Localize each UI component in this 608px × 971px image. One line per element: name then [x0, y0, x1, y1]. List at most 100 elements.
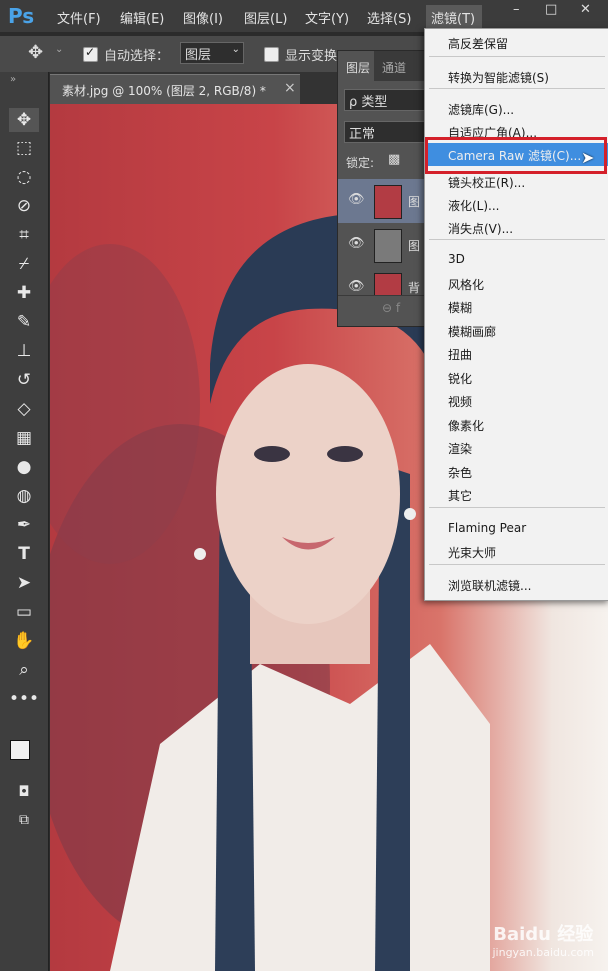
layer-kind-filter[interactable]: ρ 类型: [344, 89, 426, 111]
filter-menu-item[interactable]: 光束大师: [425, 540, 608, 563]
foreground-color-swatch[interactable]: [10, 740, 30, 760]
menu-separator: [429, 507, 605, 508]
dodge-tool-icon[interactable]: ◍: [9, 484, 39, 508]
tab-layers[interactable]: 图层: [338, 51, 374, 81]
filter-menu-item[interactable]: 风格化: [425, 272, 608, 295]
filter-menu-item-label: 模糊: [448, 301, 473, 315]
layers-footer-icons[interactable]: ⊖ f: [382, 301, 400, 315]
filter-menu-item-label: 浏览联机滤镜...: [448, 579, 532, 593]
filter-menu-item-label: 液化(L)...: [448, 199, 500, 213]
blur-tool-icon[interactable]: ●: [9, 455, 39, 479]
filter-menu-item[interactable]: 锐化: [425, 366, 608, 389]
path-select-tool-icon[interactable]: ➤: [9, 571, 39, 595]
menu-layer[interactable]: 图层(L): [244, 8, 287, 27]
filter-menu-item-label: 锐化: [448, 372, 473, 386]
layer-name: 图: [408, 239, 421, 253]
eraser-tool-icon[interactable]: ◇: [9, 397, 39, 421]
tab-channels[interactable]: 通道: [382, 59, 406, 76]
close-tab-icon[interactable]: ×: [284, 80, 296, 96]
menu-edit[interactable]: 编辑(E): [120, 8, 164, 27]
menu-file[interactable]: 文件(F): [57, 8, 101, 27]
lock-pixels-icon[interactable]: ▩: [388, 152, 400, 167]
filter-menu-item[interactable]: 其它: [425, 483, 608, 506]
eyedropper-tool-icon[interactable]: ⌿: [9, 252, 39, 276]
auto-select-dropdown[interactable]: 图层 ⌄: [180, 42, 244, 64]
hand-tool-icon[interactable]: ✋: [9, 629, 39, 653]
lasso-tool-icon[interactable]: ◌: [9, 165, 39, 189]
marquee-tool-icon[interactable]: ⬚: [9, 136, 39, 160]
watermark-logo: Baidu 经验: [493, 924, 594, 945]
filter-menu-item[interactable]: 液化(L)...: [425, 193, 608, 216]
filter-menu-item[interactable]: 转换为智能滤镜(S): [425, 65, 608, 88]
brush-tool-icon[interactable]: ✎: [9, 310, 39, 334]
filter-menu-item-label: Flaming Pear: [448, 521, 527, 535]
quick-mask-icon[interactable]: ◘: [9, 780, 39, 804]
auto-select-checkbox[interactable]: [83, 45, 98, 62]
layer-row[interactable]: 👁 图: [338, 223, 426, 268]
filter-menu-item[interactable]: 扭曲: [425, 342, 608, 365]
quick-select-tool-icon[interactable]: ⊘: [9, 194, 39, 218]
filter-menu-item[interactable]: 视频: [425, 389, 608, 412]
filter-menu-item-label: 镜头校正(R)...: [448, 176, 526, 190]
document-tab[interactable]: 素材.jpg @ 100% (图层 2, RGB/8) * ×: [50, 74, 300, 105]
pen-tool-icon[interactable]: ✒: [9, 513, 39, 537]
maximize-icon[interactable]: □: [545, 2, 557, 17]
healing-brush-tool-icon[interactable]: ✚: [9, 281, 39, 305]
crop-tool-icon[interactable]: ⌗: [9, 223, 39, 247]
screen-mode-icon[interactable]: ⧉: [9, 808, 39, 832]
menu-filter[interactable]: 滤镜(T): [431, 8, 475, 27]
tool-preset-chevron-icon[interactable]: ⌄: [55, 44, 63, 55]
menu-image[interactable]: 图像(I): [183, 8, 223, 27]
filter-menu-item[interactable]: Flaming Pear: [425, 517, 608, 540]
blend-mode-dropdown[interactable]: 正常: [344, 121, 426, 143]
layer-thumbnail: [374, 229, 402, 263]
eye-icon[interactable]: 👁: [348, 236, 365, 251]
layers-panel: 图层 通道 ρ 类型 正常 锁定: ▩ 👁 图 👁 图 👁 背 ⊖ f: [337, 50, 427, 327]
auto-select-value: 图层: [185, 48, 212, 63]
filter-menu-item[interactable]: 3D: [425, 248, 608, 271]
layer-row[interactable]: 👁 图: [338, 179, 426, 224]
filter-menu-item-label: 风格化: [448, 278, 485, 292]
filter-menu-item[interactable]: 高反差保留: [425, 31, 608, 54]
filter-menu-item[interactable]: 消失点(V)...: [425, 216, 608, 239]
move-tool-icon[interactable]: ✥: [28, 42, 43, 63]
filter-menu-item-label: 光束大师: [448, 546, 497, 560]
layer-thumbnail: [374, 185, 402, 219]
filter-menu-item[interactable]: 模糊: [425, 295, 608, 318]
filter-menu-item[interactable]: 渲染: [425, 436, 608, 459]
more-tools-icon[interactable]: •••: [9, 687, 39, 711]
filter-menu-item[interactable]: 杂色: [425, 460, 608, 483]
filter-menu-item[interactable]: 滤镜库(G)...: [425, 97, 608, 120]
layer-name: 背: [408, 281, 421, 295]
zoom-tool-icon[interactable]: ⌕: [9, 658, 39, 682]
menu-type[interactable]: 文字(Y): [305, 8, 349, 27]
show-transform-checkbox[interactable]: [264, 47, 279, 62]
clone-stamp-tool-icon[interactable]: ⊥: [9, 339, 39, 363]
filter-menu-item-label: 3D: [448, 252, 465, 266]
history-brush-tool-icon[interactable]: ↺: [9, 368, 39, 392]
type-tool-icon[interactable]: T: [9, 542, 39, 566]
document-tab-title: 素材.jpg @ 100% (图层 2, RGB/8) *: [62, 84, 266, 98]
mouse-cursor-icon: ➤: [581, 148, 595, 167]
filter-menu-item[interactable]: 浏览联机滤镜...: [425, 573, 608, 596]
filter-menu-item[interactable]: 像素化: [425, 413, 608, 436]
filter-menu: 高反差保留 转换为智能滤镜(S) 滤镜库(G)... 自适应广角(A)... Camer…: [424, 28, 608, 601]
show-transform-label: 显示变换: [285, 49, 338, 64]
tools-panel: » ✥ ⬚ ◌ ⊘ ⌗ ⌿ ✚ ✎ ⊥ ↺ ◇ ▦ ● ◍ ✒ T ➤ ▭ ✋ …: [0, 72, 49, 971]
close-window-icon[interactable]: ✕: [580, 2, 591, 17]
callout-box: [425, 137, 607, 174]
minimize-icon[interactable]: –: [513, 2, 520, 17]
lock-label: 锁定:: [346, 156, 375, 170]
filter-menu-item[interactable]: 模糊画廊: [425, 319, 608, 342]
menu-select[interactable]: 选择(S): [367, 8, 411, 27]
layer-row[interactable]: 👁 背: [338, 267, 426, 296]
layers-panel-tabs: 图层 通道: [338, 51, 426, 81]
filter-menu-item-label: 视频: [448, 395, 473, 409]
filter-menu-item-label: 渲染: [448, 442, 473, 456]
rectangle-tool-icon[interactable]: ▭: [9, 600, 39, 624]
eye-icon[interactable]: 👁: [348, 279, 365, 294]
collapse-panel-icon[interactable]: »: [10, 74, 16, 85]
gradient-tool-icon[interactable]: ▦: [9, 426, 39, 450]
move-tool-icon[interactable]: ✥: [9, 108, 39, 132]
eye-icon[interactable]: 👁: [348, 192, 365, 207]
